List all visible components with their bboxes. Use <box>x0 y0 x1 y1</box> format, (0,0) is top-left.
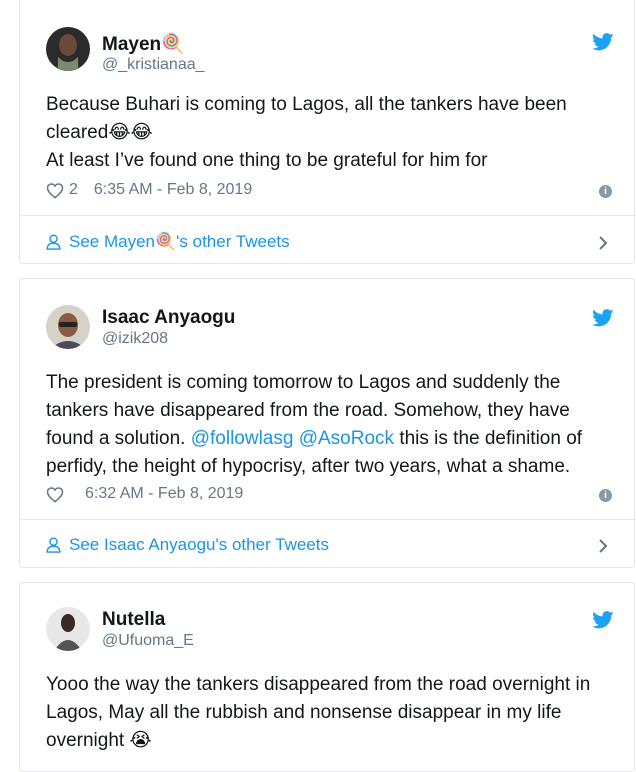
heart-icon[interactable] <box>46 182 64 199</box>
chevron-right-icon[interactable] <box>596 539 610 553</box>
timestamp[interactable]: 6:32 AM - Feb 8, 2019 <box>85 485 243 503</box>
tweet-text: The president is coming tomorrow to Lago… <box>46 369 621 481</box>
twitter-bird-icon[interactable] <box>592 309 614 327</box>
user-name[interactable]: Mayen🍭 <box>102 32 185 56</box>
user-name[interactable]: Nutella <box>102 609 165 631</box>
divider <box>20 215 634 216</box>
tweet-card-nutella[interactable]: Nutella @Ufuoma_E Yooo the way the tanke… <box>19 582 635 772</box>
tweet-meta: 6:32 AM - Feb 8, 2019 <box>46 485 243 503</box>
twitter-bird-icon[interactable] <box>592 33 614 51</box>
tweet-text: Because Buhari is coming to Lagos, all t… <box>46 91 621 175</box>
chevron-right-icon[interactable] <box>596 236 610 250</box>
see-other-tweets-link[interactable]: See Mayen🍭's other Tweets <box>46 232 290 252</box>
user-handle[interactable]: @_kristianaa_ <box>102 56 205 74</box>
person-icon <box>46 537 61 553</box>
timestamp[interactable]: 6:35 AM - Feb 8, 2019 <box>94 181 252 199</box>
user-name[interactable]: Isaac Anyaogu <box>102 307 235 329</box>
twitter-bird-icon[interactable] <box>592 611 614 629</box>
see-other-tweets-label[interactable]: See Mayen🍭's other Tweets <box>69 232 290 252</box>
person-icon <box>46 234 61 250</box>
see-other-tweets-label[interactable]: See Isaac Anyaogu's other Tweets <box>69 535 329 555</box>
user-handle[interactable]: @Ufuoma_E <box>102 632 194 650</box>
divider <box>20 519 634 520</box>
info-icon[interactable]: i <box>599 489 612 502</box>
user-handle[interactable]: @izik208 <box>102 330 168 348</box>
see-other-tweets-link[interactable]: See Isaac Anyaogu's other Tweets <box>46 535 329 555</box>
avatar[interactable] <box>46 305 90 349</box>
like-count[interactable]: 2 <box>69 181 78 199</box>
tweet-text: Yooo the way the tankers disappeared fro… <box>46 671 621 755</box>
mention-link[interactable]: @AsoRock <box>299 428 394 449</box>
heart-icon[interactable] <box>46 486 64 503</box>
tweet-meta: 2 6:35 AM - Feb 8, 2019 <box>46 181 252 199</box>
tweet-line: Yooo the way the tankers disappeared fro… <box>46 674 591 751</box>
tweet-line: Because Buhari is coming to Lagos, all t… <box>46 94 567 143</box>
tweet-card-isaac[interactable]: Isaac Anyaogu @izik208 The president is … <box>19 278 635 568</box>
tweet-line: At least I’ve found one thing to be grat… <box>46 150 488 171</box>
avatar[interactable] <box>46 27 90 71</box>
info-icon[interactable]: i <box>599 185 612 198</box>
tweet-card-mayen[interactable]: Mayen🍭 @_kristianaa_ Because Buhari is c… <box>19 0 635 264</box>
mention-link[interactable]: @followlasg <box>191 428 294 449</box>
avatar[interactable] <box>46 607 90 651</box>
